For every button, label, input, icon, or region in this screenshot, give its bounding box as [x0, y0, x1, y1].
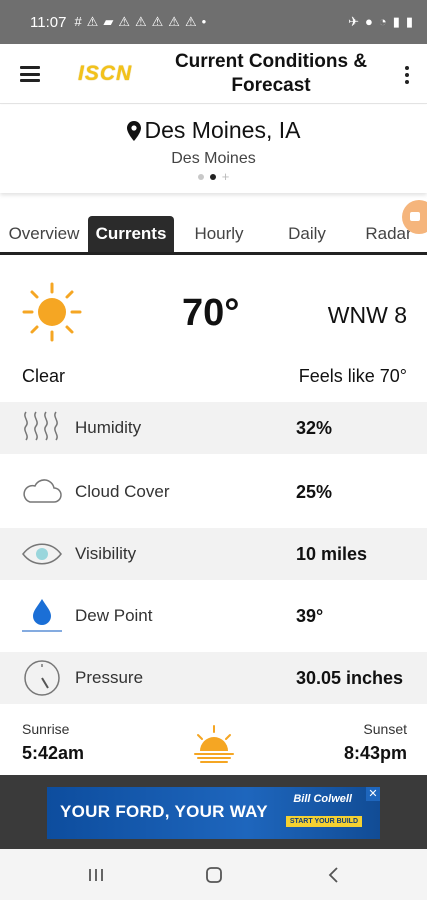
app-logo: ISCN	[78, 62, 133, 85]
notification-icon: ▰	[103, 14, 114, 29]
detail-row-cloud-cover: Cloud Cover 25%	[0, 466, 427, 518]
detail-label: Humidity	[75, 418, 142, 437]
sunset-icon	[194, 725, 234, 763]
ad-brand: Bill Colwell	[293, 793, 352, 805]
tab-hourly[interactable]: Hourly	[174, 216, 264, 252]
sunrise-time: 5:42am	[22, 743, 85, 763]
detail-label: Cloud Cover	[75, 482, 170, 501]
feels-like: Feels like 70°	[298, 366, 407, 386]
status-system-icons: ✈ ● ◔ ▮ ▮	[348, 14, 413, 30]
back-icon	[328, 867, 338, 883]
tab-currents[interactable]: Currents	[88, 216, 174, 252]
warning-icon: ⚠	[168, 14, 180, 29]
ad-cta-button[interactable]: START YOUR BUILD	[285, 816, 362, 827]
system-nav-bar	[0, 849, 427, 900]
detail-label: Pressure	[75, 668, 144, 687]
condition-text: Clear	[22, 366, 66, 386]
humidity-icon	[24, 411, 58, 441]
location-pin-icon	[126, 120, 141, 141]
wind-reading: WNW 8	[327, 302, 407, 328]
eye-icon	[22, 543, 62, 565]
detail-row-dew-point: Dew Point 39°	[0, 590, 427, 642]
sun-icon	[22, 282, 82, 342]
page-dot-active[interactable]	[209, 174, 216, 180]
wifi-icon: ◔	[378, 14, 387, 29]
detail-value: 32%	[296, 417, 333, 438]
location-subtitle: Des Moines	[171, 150, 256, 167]
battery-icon: ▮	[405, 14, 413, 29]
detail-value: 10 miles	[296, 543, 368, 564]
warning-icon: ⚠	[86, 14, 99, 29]
status-notification-icons: # ⚠ ▰ ⚠ ⚠ ⚠ ⚠ ⚠ •	[74, 14, 206, 30]
warning-icon: ⚠	[134, 14, 147, 29]
location-pager[interactable]: +	[0, 170, 427, 183]
signal-icon: ▮	[392, 14, 400, 29]
page-dot[interactable]	[197, 174, 204, 180]
overflow-menu-icon[interactable]	[405, 66, 409, 84]
ad-headline: YOUR FORD, YOUR WAY	[60, 802, 268, 821]
sunset-time: 8:43pm	[343, 743, 407, 763]
current-temperature: 70°	[182, 292, 240, 334]
ad-container: YOUR FORD, YOUR WAY Bill Colwell START Y…	[0, 775, 427, 849]
warning-icon: ⚠	[151, 14, 164, 29]
current-conditions: 70° WNW 8 Clear Feels like 70°	[0, 270, 427, 400]
sun-times: Sunrise 5:42am Sunset 8:43pm	[0, 713, 427, 769]
detail-value: 25%	[296, 481, 333, 502]
sunset-label: Sunset	[363, 721, 407, 737]
back-button[interactable]	[314, 862, 354, 888]
home-button[interactable]	[194, 862, 234, 888]
detail-value: 39°	[296, 605, 324, 626]
detail-row-pressure: Pressure 30.05 inches	[0, 652, 427, 704]
tab-overview[interactable]: Overview	[0, 216, 88, 252]
detail-value: 30.05 inches	[296, 667, 404, 688]
warning-icon: ⚠	[118, 14, 130, 29]
tab-daily[interactable]: Daily	[264, 216, 350, 252]
page-title: Current Conditions & Forecast	[174, 51, 368, 96]
more-dot-icon: •	[201, 14, 207, 29]
gauge-icon	[24, 660, 60, 696]
status-time: 11:07	[30, 13, 67, 31]
home-icon	[206, 867, 222, 883]
cloud-icon	[23, 479, 62, 503]
notification-icon: #	[74, 14, 82, 29]
ad-close-icon[interactable]: ✕	[366, 787, 380, 801]
recent-apps-icon	[89, 869, 103, 881]
location-icon: ●	[364, 14, 373, 29]
ad-banner[interactable]: YOUR FORD, YOUR WAY Bill Colwell START Y…	[47, 787, 380, 839]
sunrise-label: Sunrise	[22, 721, 70, 737]
menu-icon[interactable]	[20, 66, 40, 82]
mute-icon: ✈	[348, 14, 359, 29]
detail-row-humidity: Humidity 32%	[0, 402, 427, 454]
location-header[interactable]: Des Moines, IA Des Moines +	[0, 105, 427, 193]
tab-bar: Overview Currents Hourly Daily Radar	[0, 216, 427, 255]
droplet-icon	[22, 599, 62, 632]
detail-row-visibility: Visibility 10 miles	[0, 528, 427, 580]
status-bar: 11:07 # ⚠ ▰ ⚠ ⚠ ⚠ ⚠ ⚠ • ✈ ● ◔ ▮ ▮	[0, 0, 427, 44]
detail-label: Visibility	[75, 544, 137, 563]
location-city: Des Moines, IA	[144, 117, 301, 143]
detail-label: Dew Point	[75, 606, 153, 625]
warning-icon: ⚠	[184, 14, 197, 29]
add-location-icon[interactable]: +	[222, 170, 230, 183]
recent-apps-button[interactable]	[76, 862, 116, 888]
app-bar: ISCN Current Conditions & Forecast	[0, 44, 427, 104]
